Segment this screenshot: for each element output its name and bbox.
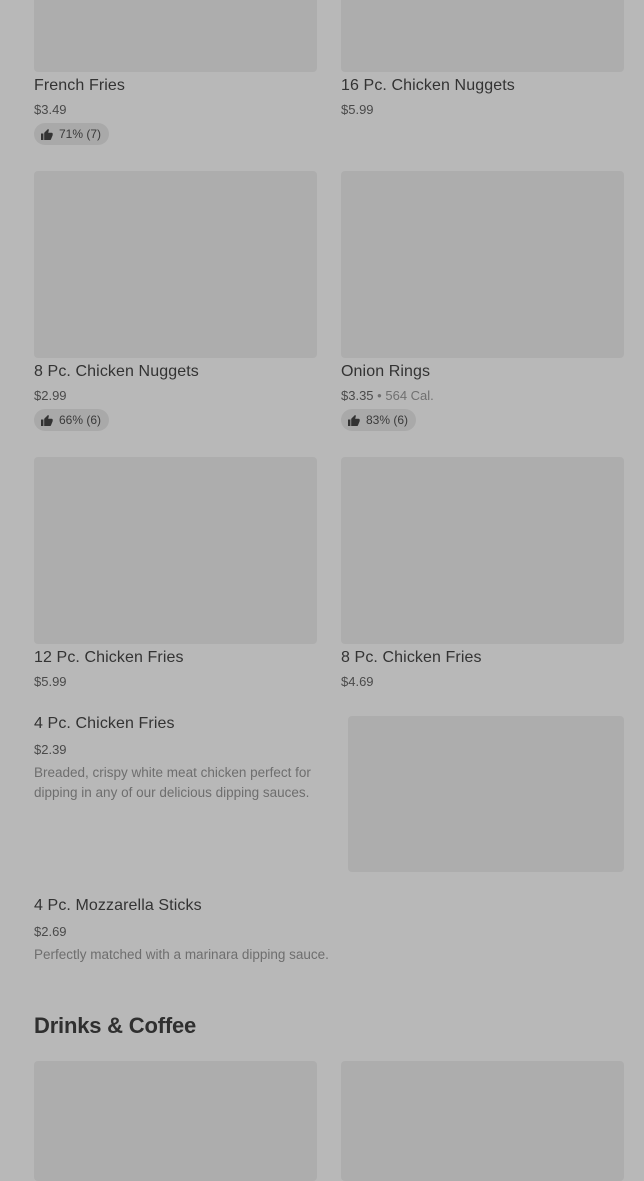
list-item[interactable]: 4 Pc. Mozzarella Sticks $2.69 Perfectly … — [34, 894, 624, 970]
list-item[interactable]: 4 Pc. Chicken Fries $2.39 Breaded, crisp… — [34, 712, 624, 874]
16-pc-chicken-nuggets-image[interactable] — [341, 0, 624, 72]
8-pc-chicken-fries-name[interactable]: 8 Pc. Chicken Fries — [341, 649, 482, 667]
8-pc-chicken-nuggets-rating-badge: 66% (6) — [34, 409, 110, 431]
thumbs-up-icon — [41, 414, 53, 426]
onion-rings-price-line: $3.35 • 564 Cal. — [341, 388, 434, 403]
french-fries-name[interactable]: French Fries — [34, 77, 125, 95]
onion-rings-name[interactable]: Onion Rings — [341, 363, 430, 381]
16-pc-chicken-nuggets-name[interactable]: 16 Pc. Chicken Nuggets — [341, 77, 515, 95]
8-pc-chicken-nuggets-image[interactable] — [34, 171, 317, 358]
french-fries-rating-badge: 71% (7) — [34, 123, 110, 145]
4-pc-chicken-fries-name: 4 Pc. Chicken Fries — [34, 715, 175, 732]
4-pc-mozzarella-sticks-description: Perfectly matched with a marinara dippin… — [34, 947, 329, 962]
drink-item-image[interactable] — [34, 1061, 317, 1181]
onion-rings-image[interactable] — [341, 171, 624, 358]
drink-item-image[interactable] — [341, 1061, 624, 1181]
8-pc-chicken-nuggets-name[interactable]: 8 Pc. Chicken Nuggets — [34, 363, 199, 381]
12-pc-chicken-fries-name[interactable]: 12 Pc. Chicken Fries — [34, 649, 184, 667]
thumbs-up-icon — [41, 128, 53, 140]
4-pc-mozzarella-sticks-name: 4 Pc. Mozzarella Sticks — [34, 897, 202, 914]
thumbs-up-icon — [348, 414, 360, 426]
8-pc-chicken-nuggets-rating: 66% (6) — [59, 413, 102, 427]
french-fries-price: $3.49 — [34, 102, 67, 117]
8-pc-chicken-nuggets-price: $2.99 — [34, 388, 67, 403]
french-fries-image[interactable] — [34, 0, 317, 72]
french-fries-rating: 71% (7) — [59, 127, 102, 141]
16-pc-chicken-nuggets-price: $5.99 — [341, 102, 374, 117]
12-pc-chicken-fries-price: $5.99 — [34, 674, 67, 689]
4-pc-mozzarella-sticks-price: $2.69 — [34, 924, 67, 939]
4-pc-chicken-fries-description: Breaded, crispy white meat chicken perfe… — [34, 765, 311, 800]
onion-rings-calories: 564 Cal. — [385, 388, 434, 403]
4-pc-chicken-fries-image — [348, 716, 624, 872]
12-pc-chicken-fries-image[interactable] — [34, 457, 317, 644]
price-separator: • — [377, 388, 382, 403]
8-pc-chicken-fries-image[interactable] — [341, 457, 624, 644]
8-pc-chicken-fries-price: $4.69 — [341, 674, 374, 689]
section-title-drinks-coffee: Drinks & Coffee — [34, 1013, 197, 1038]
onion-rings-rating: 83% (6) — [366, 413, 409, 427]
onion-rings-rating-badge: 83% (6) — [341, 409, 417, 431]
onion-rings-price: $3.35 — [341, 388, 374, 403]
4-pc-chicken-fries-price: $2.39 — [34, 742, 67, 757]
